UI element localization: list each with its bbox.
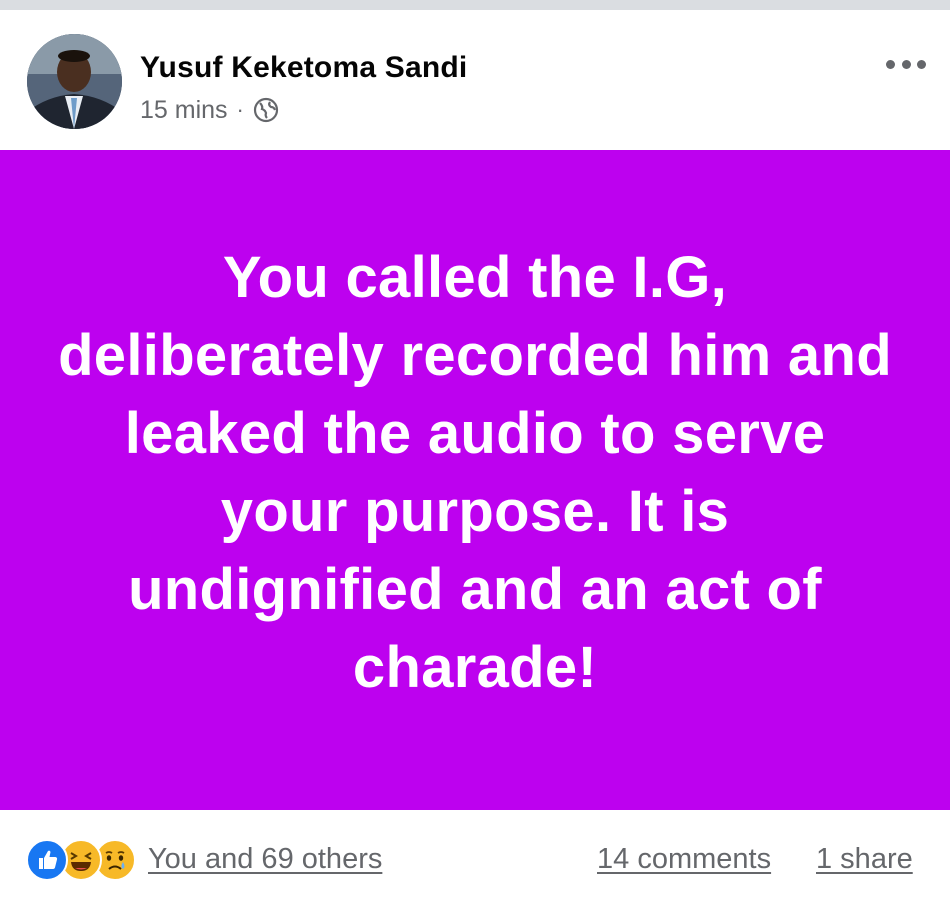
like-icon bbox=[26, 839, 68, 881]
more-options-icon[interactable] bbox=[886, 54, 926, 74]
comments-count-link[interactable]: 14 comments bbox=[597, 843, 771, 876]
shares-count-link[interactable]: 1 share bbox=[816, 843, 913, 876]
author-name[interactable]: Yusuf Keketoma Sandi bbox=[140, 51, 467, 85]
post-meta: 15 mins · bbox=[140, 95, 279, 125]
meta-separator: · bbox=[236, 97, 244, 122]
author-avatar[interactable] bbox=[27, 34, 122, 129]
post-footer: You and 69 others 14 comments 1 share bbox=[0, 810, 950, 902]
post-timestamp[interactable]: 15 mins bbox=[140, 96, 228, 125]
post-content: You called the I.G, deliberately recorde… bbox=[0, 150, 950, 810]
reaction-icons[interactable] bbox=[26, 839, 138, 881]
globe-icon bbox=[253, 97, 279, 123]
post-header: Yusuf Keketoma Sandi 15 mins · bbox=[0, 10, 950, 150]
top-divider bbox=[0, 0, 950, 10]
reaction-summary-link[interactable]: You and 69 others bbox=[148, 843, 382, 876]
post-text: You called the I.G, deliberately recorde… bbox=[58, 244, 892, 700]
